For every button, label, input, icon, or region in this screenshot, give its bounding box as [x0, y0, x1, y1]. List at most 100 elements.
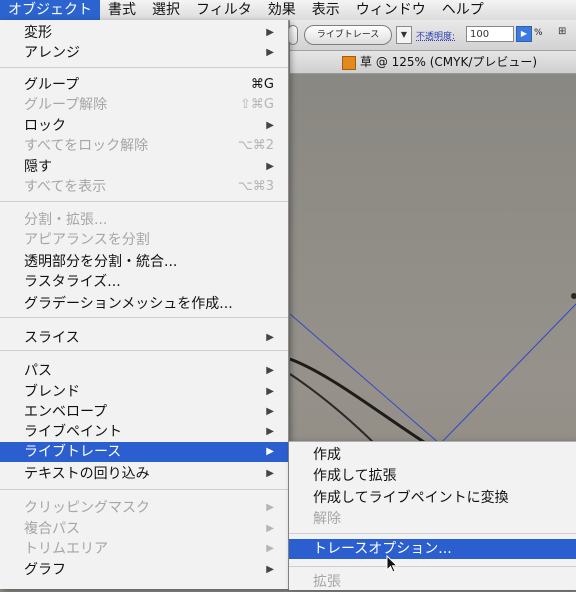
live-trace-submenu-item[interactable]: 作成してライブペイントに変換: [289, 488, 576, 508]
control-toolbar: ライブトレース ▼ 不透明度: ▶ % ⊞: [288, 20, 576, 51]
object-menu-item[interactable]: グループ ⌘G: [0, 75, 288, 95]
menu-item-label: 隠す: [24, 159, 52, 175]
toolbar-pill-edge[interactable]: [288, 25, 298, 45]
menu-item-label: すべてをロック解除: [24, 138, 149, 154]
chevron-right-icon: ▶: [266, 27, 274, 38]
guide-line-left: [290, 313, 441, 445]
chevron-right-icon: ▶: [266, 468, 274, 479]
guide-line-right: [439, 303, 576, 445]
wire-dark: [290, 357, 431, 448]
object-menu-item[interactable]: パス ▶: [0, 361, 288, 381]
photo-dot: [571, 293, 576, 299]
menu-type[interactable]: 書式: [100, 0, 144, 20]
live-trace-submenu-item[interactable]: 解除: [289, 509, 576, 529]
chevron-right-icon: ▶: [266, 47, 274, 58]
object-menu-item[interactable]: すべてをロック解除 ⌥⌘2: [0, 136, 288, 156]
object-menu-item[interactable]: 変形 ▶: [0, 23, 288, 43]
menu-separator: [289, 566, 576, 567]
menu-filter[interactable]: フィルタ: [188, 0, 260, 20]
menu-separator: [289, 533, 576, 534]
chevron-right-icon: ▶: [266, 120, 274, 131]
menu-item-shortcut: ⌘G: [250, 77, 274, 92]
menu-item-label: トレースオプション...: [313, 541, 452, 557]
menu-item-label: 拡張: [313, 574, 341, 590]
menu-separator: [0, 201, 288, 202]
menu-separator: [0, 67, 288, 68]
opacity-stepper-icon[interactable]: ▶: [516, 26, 532, 42]
object-menu-item[interactable]: アレンジ ▶: [0, 43, 288, 63]
percent-label: %: [534, 28, 543, 38]
object-menu-item[interactable]: アピアランスを分割: [0, 230, 288, 250]
menu-item-label: ライブペイント: [24, 424, 122, 440]
chevron-right-icon: ▶: [266, 406, 274, 417]
menu-item-shortcut: ⌥⌘2: [237, 138, 274, 153]
menu-item-label: ブレンド: [24, 384, 80, 400]
menu-item-label: 解除: [313, 511, 341, 527]
object-menu-item[interactable]: スライス ▶: [0, 328, 288, 348]
menu-item-label: スライス: [24, 330, 80, 346]
chevron-right-icon: ▶: [266, 523, 274, 534]
menu-item-label: グループ解除: [24, 97, 108, 113]
menu-item-label: クリッピングマスク: [24, 500, 150, 516]
chevron-right-icon: ▶: [266, 446, 274, 457]
opacity-label: 不透明度:: [416, 32, 456, 42]
object-menu-item[interactable]: すべてを表示 ⌥⌘3: [0, 177, 288, 197]
menu-item-label: テキストの回り込み: [24, 466, 150, 482]
document-title: 草 @ 125% (CMYK/プレビュー): [360, 55, 538, 69]
menu-help[interactable]: ヘルプ: [434, 0, 492, 20]
chevron-right-icon: ▶: [266, 365, 274, 376]
menu-object[interactable]: オブジェクト: [0, 0, 100, 20]
menu-window[interactable]: ウィンドウ: [348, 0, 434, 20]
object-menu-item[interactable]: エンベロープ ▶: [0, 402, 288, 422]
object-menu-item[interactable]: ライブペイント ▶: [0, 422, 288, 442]
menu-item-label: 変形: [24, 25, 52, 41]
object-menu-item[interactable]: ロック ▶: [0, 116, 288, 136]
object-menu-item[interactable]: トリムエリア ▶: [0, 539, 288, 559]
live-trace-submenu: 作成作成して拡張作成してライブペイントに変換 解除トレースオプション... 拡張: [289, 441, 576, 590]
menu-view[interactable]: 表示: [304, 0, 348, 20]
object-menu: 変形 ▶ アレンジ ▶ グループ ⌘G グループ解除 ⇧⌘G ロック ▶ すべてをロック解除 ⌥⌘2 隠…: [0, 20, 289, 589]
wire-dark-2: [290, 373, 381, 450]
chevron-right-icon: ▶: [266, 564, 274, 575]
object-menu-item[interactable]: クリッピングマスク ▶: [0, 498, 288, 518]
object-menu-item[interactable]: 透明部分を分割・統合...: [0, 252, 288, 272]
document-title-bar: 草 @ 125% (CMYK/プレビュー): [290, 51, 576, 74]
document-icon: [342, 56, 356, 70]
toolbar-extra-icon[interactable]: ⊞: [558, 26, 570, 40]
menu-select[interactable]: 選択: [144, 0, 188, 20]
object-menu-item[interactable]: ブレンド ▶: [0, 382, 288, 402]
live-trace-submenu-item[interactable]: 作成して拡張: [289, 466, 576, 486]
menu-item-label: グラフ: [24, 562, 66, 578]
chevron-right-icon: ▶: [266, 161, 274, 172]
menu-separator: [0, 317, 288, 318]
object-menu-item[interactable]: 複合パス ▶: [0, 519, 288, 539]
menu-effect[interactable]: 効果: [260, 0, 304, 20]
object-menu-item[interactable]: ライブトレース ▶: [0, 442, 288, 462]
live-trace-submenu-item[interactable]: 作成: [289, 445, 576, 465]
object-menu-item[interactable]: グラデーションメッシュを作成...: [0, 294, 288, 314]
menu-item-label: アレンジ: [24, 45, 80, 61]
object-menu-item[interactable]: グラフ ▶: [0, 560, 288, 580]
menu-item-label: 作成して拡張: [313, 468, 397, 484]
object-menu-item[interactable]: ラスタライズ...: [0, 272, 288, 292]
arrow-cursor-icon: [386, 555, 399, 573]
menu-item-label: グラデーションメッシュを作成...: [24, 296, 233, 312]
opacity-input[interactable]: [466, 26, 514, 42]
menu-item-label: ライブトレース: [24, 444, 122, 460]
menu-bar: オブジェクト 書式 選択 フィルタ 効果 表示 ウィンドウ ヘルプ: [0, 0, 576, 21]
menu-item-label: アピアランスを分割: [24, 232, 150, 248]
live-trace-button[interactable]: ライブトレース: [304, 25, 392, 45]
chevron-right-icon: ▶: [266, 332, 274, 343]
object-menu-item[interactable]: 分割・拡張...: [0, 210, 288, 230]
live-trace-submenu-item[interactable]: 拡張: [289, 572, 576, 590]
menu-item-label: グループ: [24, 77, 80, 93]
menu-item-label: 作成してライブペイントに変換: [313, 490, 509, 506]
live-trace-submenu-item[interactable]: トレースオプション...: [289, 539, 576, 559]
menu-item-label: すべてを表示: [24, 179, 107, 195]
trace-preset-dropdown[interactable]: ▼: [396, 26, 412, 44]
object-menu-item[interactable]: グループ解除 ⇧⌘G: [0, 95, 288, 115]
menu-item-label: エンベロープ: [24, 404, 108, 420]
object-menu-item[interactable]: 隠す ▶: [0, 157, 288, 177]
menu-item-shortcut: ⇧⌘G: [240, 97, 274, 112]
object-menu-item[interactable]: テキストの回り込み ▶: [0, 464, 288, 484]
